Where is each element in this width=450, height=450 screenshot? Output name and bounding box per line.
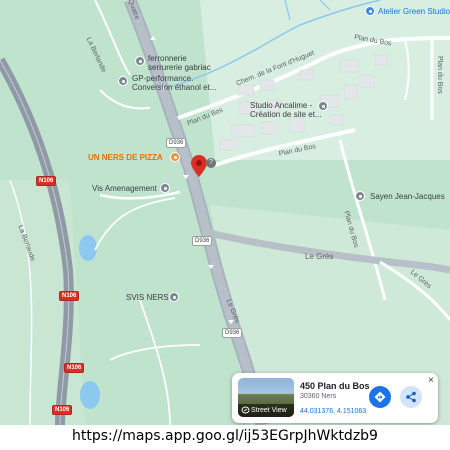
road-label-plan-du-bos: Plan du Bos [436,56,443,94]
road-shield-d936: D936 [166,138,187,148]
street-view-thumbnail[interactable]: Street View [238,378,294,417]
place-title: 450 Plan du Bos [300,381,370,391]
poi-text: Studio Ancalime - Création de site et... [250,101,322,119]
poi-marker-icon[interactable] [135,56,145,66]
share-button[interactable] [400,386,422,408]
poi-text: ferronnerie serrurerie gabriac [148,54,211,72]
road-shield-n106: N106 [64,363,85,373]
share-icon [406,391,416,403]
poi-label-atelier-green[interactable]: Atelier Green Studio [378,7,450,16]
street-view-label[interactable]: Street View [238,404,294,417]
map-base-layer [0,0,450,425]
directions-icon [374,391,386,403]
place-card[interactable]: Street View 450 Plan du Bos 30360 Ners 4… [232,373,438,423]
pond [79,235,97,261]
poi-marker-icon[interactable] [118,76,128,86]
poi-label-sayen[interactable]: Sayen Jean-Jacques [370,192,445,201]
road-shield-d936: D936 [192,236,213,246]
map-screenshot: La Berlande Quatre La Berlaude Chem. de … [0,0,450,450]
poi-label-gp-performance[interactable]: GP-performance. Conversion éthanol et... [132,74,217,92]
caption-url: https://maps.app.goo.gl/ij53EGrpJhWktdzb… [72,428,378,444]
poi-marker-icon[interactable] [355,191,365,201]
poi-text: GP-performance. Conversion éthanol et... [132,74,217,92]
road-shield-n106: N106 [52,405,73,415]
restaurant-icon[interactable] [170,152,180,162]
road-shield-n106: N106 [36,176,57,186]
location-pin-icon[interactable] [191,155,207,177]
road-shield-n106: N106 [59,291,80,301]
place-coordinates[interactable]: 44.031376, 4.151063 [300,408,366,415]
poi-label-vis-amenagement[interactable]: Vis Amenagement [92,184,157,193]
map-view[interactable]: La Berlande Quatre La Berlaude Chem. de … [0,0,450,425]
poi-marker-icon[interactable] [169,292,179,302]
directions-button[interactable] [369,386,391,408]
road-label-le-gres: Le Grès [305,252,334,261]
poi-label-ferronnerie[interactable]: ferronnerie serrurerie gabriac [148,54,211,72]
pond [80,381,100,409]
poi-label-svis-ners[interactable]: SVIS NERS [126,293,169,302]
street-view-icon [241,406,250,414]
place-subtitle: 30360 Ners [300,393,337,400]
poi-label-studio-ancalime[interactable]: Studio Ancalime - Création de site et... [250,101,322,119]
street-view-text: Street View [251,407,287,414]
road-shield-d936: D936 [222,328,243,338]
poi-marker-icon[interactable] [160,183,170,193]
close-icon[interactable]: × [428,375,434,386]
help-icon[interactable]: ? [206,158,216,168]
poi-label-pizza[interactable]: UN NERS DE PIZZA [88,153,163,162]
poi-marker-icon[interactable] [365,6,375,16]
